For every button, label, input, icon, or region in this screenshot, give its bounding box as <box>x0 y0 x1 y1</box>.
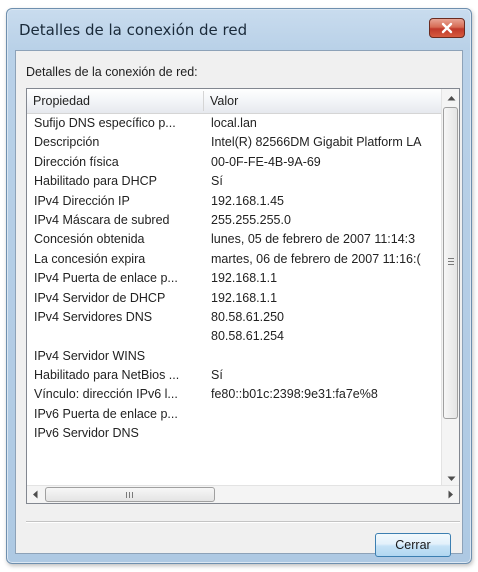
value-cell: Sí <box>211 368 223 383</box>
thumb-grip-line <box>448 261 454 262</box>
list-row[interactable]: IPv4 Máscara de subred 255.255.255.0 <box>27 212 441 231</box>
vertical-scroll-thumb[interactable] <box>443 107 458 419</box>
value-cell: 192.168.1.45 <box>211 193 284 208</box>
value-cell: 80.58.61.254 <box>211 329 284 344</box>
list-row[interactable]: IPv4 Servidor WINS <box>27 348 441 367</box>
list-row[interactable]: Habilitado para NetBios ... Sí <box>27 367 441 386</box>
property-cell: IPv6 Servidor DNS <box>34 426 139 441</box>
scroll-right-button[interactable] <box>443 486 459 503</box>
thumb-grip-line <box>132 492 133 498</box>
property-cell: IPv6 Puerta de enlace p... <box>34 406 178 421</box>
title-close-button[interactable] <box>429 18 465 38</box>
value-cell: 80.58.61.250 <box>211 309 284 324</box>
chevron-left-icon <box>33 490 38 499</box>
value-cell: lunes, 05 de febrero de 2007 11:14:3 <box>211 232 416 247</box>
chevron-right-icon <box>448 490 453 499</box>
horizontal-scrollbar[interactable] <box>27 485 459 503</box>
value-cell: 255.255.255.0 <box>211 212 291 227</box>
close-icon <box>441 22 453 34</box>
details-list-view[interactable]: Propiedad Valor Sufijo DNS específico p.… <box>26 88 460 504</box>
value-cell: fe80::b01c:2398:9e31:fa7e%8 <box>211 387 378 402</box>
property-cell: Habilitado para NetBios ... <box>34 368 180 383</box>
list-rows: Sufijo DNS específico p... local.lan Descr… <box>27 115 441 479</box>
property-cell: Sufijo DNS específico p... <box>34 116 176 130</box>
details-group-label: Detalles de la conexión de red: <box>26 65 198 79</box>
value-cell: Sí <box>211 174 223 189</box>
value-cell: local.lan <box>211 116 257 130</box>
property-cell: Vínculo: dirección IPv6 l... <box>34 387 178 402</box>
thumb-grip-line <box>448 258 454 259</box>
value-cell: 00-0F-FE-4B-9A-69 <box>211 154 321 169</box>
horizontal-scroll-thumb[interactable] <box>45 487 215 502</box>
thumb-grip-line <box>126 492 127 498</box>
property-cell: Concesión obtenida <box>34 232 145 247</box>
chevron-down-icon <box>447 476 455 481</box>
dialog-client-area: Detalles de la conexión de red: Propieda… <box>15 50 463 557</box>
value-cell: martes, 06 de febrero de 2007 11:16:( <box>211 251 421 266</box>
scroll-up-button[interactable] <box>443 89 459 106</box>
column-header-value[interactable]: Valor <box>204 89 441 113</box>
property-cell: IPv4 Puerta de enlace p... <box>34 271 178 286</box>
list-row[interactable]: IPv6 Servidor DNS <box>27 425 441 444</box>
value-cell: 192.168.1.1 <box>211 290 278 305</box>
property-cell: Dirección física <box>34 154 119 169</box>
list-row[interactable]: Vínculo: dirección IPv6 l... fe80::b01c:2… <box>27 386 441 405</box>
value-cell: Intel(R) 82566DM Gigabit Platform LA <box>211 135 422 150</box>
list-row[interactable]: La concesión expira martes, 06 de febrero… <box>27 251 441 270</box>
close-button[interactable]: Cerrar <box>375 533 451 557</box>
chevron-up-icon <box>447 95 455 100</box>
thumb-grip-line <box>448 264 454 265</box>
list-row[interactable]: Dirección física 00-0F-FE-4B-9A-69 <box>27 154 441 173</box>
list-row[interactable]: IPv6 Puerta de enlace p... <box>27 406 441 425</box>
list-row[interactable]: IPv4 Dirección IP 192.168.1.45 <box>27 193 441 212</box>
column-header-property[interactable]: Propiedad <box>27 89 203 113</box>
list-row[interactable]: Habilitado para DHCP Sí <box>27 173 441 192</box>
property-cell: IPv4 Dirección IP <box>34 193 130 208</box>
network-details-window: Detalles de la conexión de red Detalles … <box>6 8 472 564</box>
list-row[interactable]: Sufijo DNS específico p... local.lan <box>27 115 441 134</box>
list-row[interactable]: Descripción Intel(R) 82566DM Gigabit Plat… <box>27 134 441 153</box>
property-cell: IPv4 Servidores DNS <box>34 309 153 324</box>
value-cell: 192.168.1.1 <box>211 271 278 286</box>
list-row[interactable]: IPv4 Servidor de DHCP 192.168.1.1 <box>27 290 441 309</box>
property-cell: La concesión expira <box>34 251 146 266</box>
list-row[interactable]: IPv4 Servidores DNS 80.58.61.250 <box>27 309 441 328</box>
property-cell: Descripción <box>34 135 100 150</box>
thumb-grip-line <box>129 492 130 498</box>
list-header: Propiedad Valor <box>27 89 441 114</box>
title-bar[interactable]: Detalles de la conexión de red <box>7 9 471 49</box>
property-cell: IPv4 Servidor de DHCP <box>34 290 166 305</box>
list-row[interactable]: IPv4 Puerta de enlace p... 192.168.1.1 <box>27 270 441 289</box>
property-cell: IPv4 Servidor WINS <box>34 348 146 363</box>
list-row[interactable]: Concesión obtenida lunes, 05 de febrero d… <box>27 231 441 250</box>
window-title: Detalles de la conexión de red <box>19 21 248 39</box>
property-cell: Habilitado para DHCP <box>34 174 157 189</box>
vertical-scrollbar[interactable] <box>441 89 459 487</box>
list-row[interactable]: 80.58.61.254 <box>27 328 441 347</box>
separator-line <box>26 521 460 523</box>
scroll-left-button[interactable] <box>27 486 43 503</box>
property-cell: IPv4 Máscara de subred <box>34 212 170 227</box>
